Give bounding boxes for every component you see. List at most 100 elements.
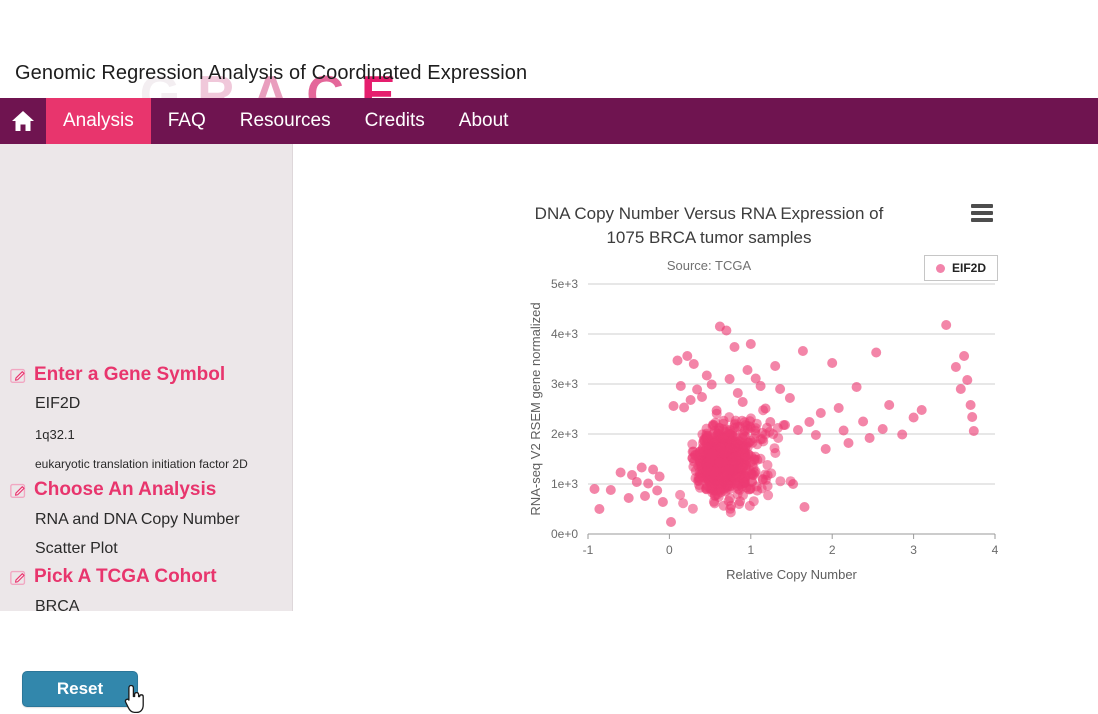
scatter-point-outlier [732,388,743,398]
scatter-point-outlier [799,502,810,512]
scatter-point-outlier [636,462,647,473]
scatter-point-outlier [675,381,686,391]
sidebar-heading-label: Enter a Gene Symbol [34,364,226,385]
scatter-point-outlier [962,375,973,385]
scatter-point [687,453,698,464]
scatter-point [775,476,786,487]
edit-pencil-icon [10,368,26,383]
reset-button[interactable]: Reset [22,671,138,707]
scatter-point [756,483,767,494]
scatter-point-outlier [724,374,735,384]
chart-panel: DNA Copy Number Versus RNA Expression of… [294,144,1098,611]
scatter-points-group [589,320,979,527]
scatter-point-outlier [654,471,665,482]
scatter-point [687,503,698,514]
scatter-point [730,455,741,466]
scatter-point-outlier [706,379,717,390]
scatter-point [734,421,745,432]
scatter-point-outlier [685,395,696,405]
y-axis-title: RNA-seq V2 RSEM gene normalized [528,302,543,515]
nav-item-analysis[interactable]: Analysis [46,98,151,144]
sidebar-section-pick-cohort[interactable]: Pick A TCGA Cohort [10,566,217,588]
x-axis-tick-label: -1 [583,543,594,557]
sidebar-heading-label: Choose An Analysis [34,479,217,500]
scatter-point-outlier [810,430,821,440]
scatter-point [747,470,758,480]
scatter-point-outlier [858,416,869,427]
edit-pencil-icon [10,483,26,498]
home-icon[interactable] [0,98,46,144]
scatter-point-outlier [793,425,803,435]
y-axis-tick-label: 1e+3 [551,477,578,491]
scatter-point-outlier [950,362,961,372]
scatter-point-outlier [742,365,753,375]
y-axis-tick-label: 4e+3 [551,327,578,341]
nav-item-about[interactable]: About [442,98,526,144]
scatter-point-outlier [770,361,781,371]
scatter-point-outlier [871,347,882,358]
scatter-point-outlier [615,467,626,478]
scatter-point-outlier [833,403,844,413]
scatter-point-outlier [623,493,634,503]
analysis-sidebar: Enter a Gene Symbol EIF2D 1q32.1 eukaryo… [0,144,293,714]
scatter-point-outlier [838,425,849,436]
scatter-point-outlier [652,485,663,496]
scatter-point [707,448,718,459]
scatter-point [714,457,725,468]
scatter-point [757,427,768,438]
scatter-point-outlier [959,351,970,361]
scatter-point [701,466,712,477]
nav-item-resources[interactable]: Resources [223,98,348,144]
scatter-point [715,442,726,453]
x-axis-tick-label: 3 [910,543,917,557]
scatter-point-outlier [827,358,838,368]
scatter-point-outlier [737,397,748,407]
sidebar-section-gene-symbol[interactable]: Enter a Gene Symbol [10,364,225,386]
x-axis-title: Relative Copy Number [726,567,857,582]
scatter-point-outlier [657,497,668,507]
scatter-point-outlier [745,339,756,349]
sidebar-section-choose-analysis[interactable]: Choose An Analysis [10,479,216,501]
scatter-point-outlier [877,424,888,434]
scatter-point-outlier [605,485,616,495]
scatter-point-outlier [884,400,895,410]
sidebar-value-gene-symbol: EIF2D [35,395,81,412]
scatter-point [734,472,745,483]
nav-item-faq[interactable]: FAQ [151,98,223,144]
scatter-point [735,496,746,507]
y-axis-tick-label: 3e+3 [551,377,578,391]
sidebar-value-cohort: BRCA [35,598,80,615]
scatter-point [741,453,752,464]
x-axis-tick-label: 2 [829,543,836,557]
scatter-point-outlier [679,402,690,413]
scatter-point-outlier [755,381,766,391]
scatter-plot-svg[interactable]: 0e+0 1e+3 2e+3 3e+3 4e+3 5e+3 -1 0 1 2 3 4 Relative … [294,144,1098,611]
scatter-point-outlier [864,433,875,443]
nav-item-credits[interactable]: Credits [348,98,442,144]
y-axis-tick-label: 2e+3 [551,427,578,441]
scatter-point-outlier [897,429,908,440]
sidebar-value-analysis-type: RNA and DNA Copy Number [35,511,240,528]
scatter-point-outlier [916,405,927,415]
scatter-point-outlier [672,355,683,366]
scatter-point-outlier [640,491,650,501]
scatter-point [702,432,713,443]
scatter-point-outlier [775,384,786,394]
sidebar-value-cytoband: 1q32.1 [35,427,75,442]
scatter-point-outlier [797,346,808,356]
scatter-point-outlier [643,478,654,489]
scatter-point [773,433,784,443]
scatter-point-outlier [765,417,776,427]
scatter-point-outlier [594,504,605,514]
scatter-point [770,448,781,458]
sidebar-value-gene-description: eukaryotic translation initiation factor… [35,457,248,471]
edit-pencil-icon [10,570,26,585]
scatter-point [748,496,759,507]
scatter-point-outlier [682,351,693,361]
scatter-point-outlier [851,382,862,392]
scatter-point-outlier [688,359,699,369]
x-axis-tick-label: 0 [666,543,673,557]
scatter-point [760,469,771,480]
scatter-point-outlier [711,405,722,416]
main-navbar: Analysis FAQ Resources Credits About [0,98,1098,144]
